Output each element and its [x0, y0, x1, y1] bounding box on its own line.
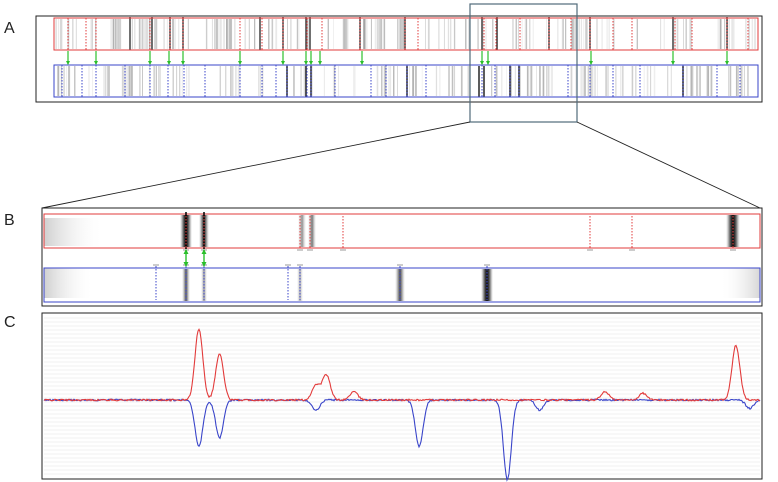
panel-c-profiles — [41, 312, 763, 482]
panel-b-blue-fade-left — [44, 268, 94, 298]
genome-alignment-figure — [35, 3, 763, 482]
b-red-band — [311, 215, 313, 247]
zoom-line-left — [41, 121, 471, 209]
panel-b-red-fade-left — [44, 218, 104, 246]
panel-b-zoom — [41, 207, 763, 307]
zoom-line-right — [576, 121, 761, 209]
panel-b-blue-fade-right — [720, 268, 760, 298]
panel-a-overview — [35, 3, 763, 123]
b-red-band — [301, 215, 303, 247]
